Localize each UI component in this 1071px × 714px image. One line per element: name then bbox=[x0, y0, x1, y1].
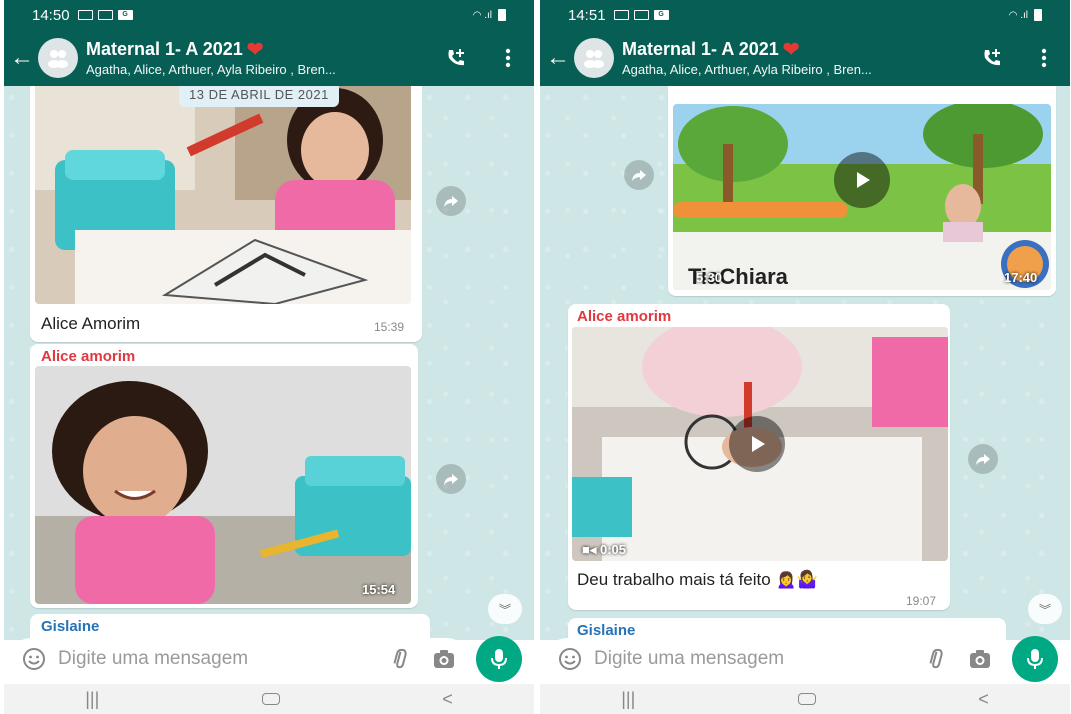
group-members: Agatha, Alice, Arthuer, Ayla Ribeiro , B… bbox=[622, 62, 872, 77]
camera-icon[interactable] bbox=[432, 648, 456, 670]
gallery-icon bbox=[77, 10, 93, 20]
sender-name: Alice amorim bbox=[41, 348, 136, 365]
microphone-icon bbox=[1027, 649, 1043, 669]
home-button[interactable] bbox=[797, 693, 816, 705]
microphone-button[interactable] bbox=[1012, 636, 1058, 682]
app-notification-icon: G bbox=[117, 10, 133, 20]
system-navigation-bar: ||| < bbox=[4, 684, 534, 714]
emoji-icon[interactable] bbox=[22, 647, 46, 671]
emoji-icon[interactable] bbox=[558, 647, 582, 671]
chat-title-area[interactable]: Maternal 1- A 2021 ❤ Agatha, Alice, Arthu… bbox=[622, 39, 966, 77]
status-bar: 14:51 G ◠ .ıl bbox=[540, 0, 1070, 30]
play-button[interactable] bbox=[729, 416, 785, 472]
scroll-down-button[interactable]: ︾ bbox=[488, 594, 522, 624]
chat-header: ← Maternal 1- A 2021 ❤ Agatha, Alice, Art… bbox=[4, 30, 534, 86]
battery-icon bbox=[1034, 9, 1042, 21]
add-call-icon[interactable] bbox=[430, 47, 482, 69]
recent-apps-button[interactable]: ||| bbox=[85, 689, 99, 710]
video-camera-icon: ■◂ bbox=[582, 542, 600, 557]
forward-icon[interactable] bbox=[968, 444, 998, 474]
image-message-bubble[interactable]: Alice amorim 15:54 bbox=[30, 344, 418, 608]
left-phone-screen: 14:50 G ◠ .ıl ← Maternal 1- A 2021 ❤ Agat… bbox=[4, 0, 534, 714]
cast-icon bbox=[633, 10, 649, 20]
input-bar: Digite uma mensagem bbox=[540, 632, 1070, 684]
video-duration: 5:30 bbox=[696, 270, 723, 285]
date-separator: 13 DE ABRIL DE 2021 bbox=[179, 86, 339, 107]
message-list[interactable]: Alice Amorim 15:39 13 DE ABRIL DE 2021 A… bbox=[4, 86, 534, 640]
image-message-bubble[interactable]: Alice Amorim 15:39 bbox=[30, 86, 422, 342]
status-time: 14:50 bbox=[32, 6, 70, 24]
input-bar: Digite uma mensagem bbox=[4, 632, 534, 684]
heart-emoji: ❤ bbox=[782, 39, 800, 61]
back-arrow-icon[interactable]: ← bbox=[542, 46, 574, 70]
caption-text: Deu trabalho mais tá feito bbox=[577, 570, 771, 589]
chat-title-area[interactable]: Maternal 1- A 2021 ❤ Agatha, Alice, Arthu… bbox=[86, 39, 430, 77]
message-placeholder: Digite uma mensagem bbox=[594, 648, 785, 669]
status-time: 14:51 bbox=[568, 6, 606, 24]
more-options-icon[interactable] bbox=[1018, 48, 1070, 68]
video-message-bubble[interactable]: TiaChiara 5:30 17:40 bbox=[668, 86, 1056, 296]
video-message-bubble[interactable]: Alice amorim ■◂ 0:05 Deu trabalho mais t… bbox=[568, 304, 950, 610]
message-input[interactable]: Digite uma mensagem bbox=[546, 638, 1004, 680]
back-button[interactable]: < bbox=[978, 689, 989, 710]
microphone-button[interactable] bbox=[476, 636, 522, 682]
message-time: 19:07 bbox=[906, 594, 937, 608]
add-call-icon[interactable] bbox=[966, 47, 1018, 69]
scroll-down-button[interactable]: ︾ bbox=[1028, 594, 1062, 624]
child-drawing-photo[interactable] bbox=[35, 86, 411, 304]
group-avatar[interactable] bbox=[38, 38, 78, 78]
attach-icon[interactable] bbox=[924, 647, 948, 671]
group-name: Maternal 1- A 2021 bbox=[622, 39, 779, 59]
play-button[interactable] bbox=[834, 152, 890, 208]
group-name: Maternal 1- A 2021 bbox=[86, 39, 243, 59]
message-input[interactable]: Digite uma mensagem bbox=[10, 638, 468, 680]
message-list[interactable]: TiaChiara 5:30 17:40 Alice amorim ■◂ 0:0… bbox=[540, 86, 1070, 640]
back-arrow-icon[interactable]: ← bbox=[6, 46, 38, 70]
microphone-icon bbox=[491, 649, 507, 669]
message-placeholder: Digite uma mensagem bbox=[58, 648, 249, 669]
message-time: 17:40 bbox=[1004, 270, 1038, 285]
caption-emoji: 🙍‍♀️🤷‍♀️ bbox=[775, 570, 818, 589]
sender-name: Alice amorim bbox=[577, 308, 672, 325]
message-time: 15:54 bbox=[362, 582, 396, 597]
attach-icon[interactable] bbox=[388, 647, 412, 671]
group-members: Agatha, Alice, Arthuer, Ayla Ribeiro , B… bbox=[86, 62, 336, 77]
camera-icon[interactable] bbox=[968, 648, 992, 670]
more-options-icon[interactable] bbox=[482, 48, 534, 68]
forward-icon[interactable] bbox=[436, 464, 466, 494]
video-duration-value: 0:05 bbox=[600, 542, 627, 557]
recent-apps-button[interactable]: ||| bbox=[621, 689, 635, 710]
right-phone-screen: 14:51 G ◠ .ıl ← Maternal 1- A 2021 ❤ Agat… bbox=[540, 0, 1070, 714]
app-notification-icon: G bbox=[653, 10, 669, 20]
group-avatar[interactable] bbox=[574, 38, 614, 78]
cast-icon bbox=[97, 10, 113, 20]
chat-header: ← Maternal 1- A 2021 ❤ Agatha, Alice, Art… bbox=[540, 30, 1070, 86]
system-navigation-bar: ||| < bbox=[540, 684, 1070, 714]
battery-icon bbox=[498, 9, 506, 21]
forward-icon[interactable] bbox=[436, 186, 466, 216]
video-caption: Deu trabalho mais tá feito 🙍‍♀️🤷‍♀️ bbox=[577, 570, 818, 590]
home-button[interactable] bbox=[261, 693, 280, 705]
status-bar: 14:50 G ◠ .ıl bbox=[4, 0, 534, 30]
wifi-signal-icon: ◠ .ıl bbox=[1008, 9, 1028, 21]
heart-emoji: ❤ bbox=[246, 39, 264, 61]
video-duration: ■◂ 0:05 bbox=[582, 542, 626, 558]
image-caption: Alice Amorim bbox=[41, 314, 141, 333]
message-time: 15:39 bbox=[374, 320, 405, 334]
gallery-icon bbox=[613, 10, 629, 20]
child-smiling-photo[interactable] bbox=[35, 366, 411, 604]
forward-icon[interactable] bbox=[624, 160, 654, 190]
back-button[interactable]: < bbox=[442, 689, 453, 710]
wifi-signal-icon: ◠ .ıl bbox=[472, 9, 492, 21]
